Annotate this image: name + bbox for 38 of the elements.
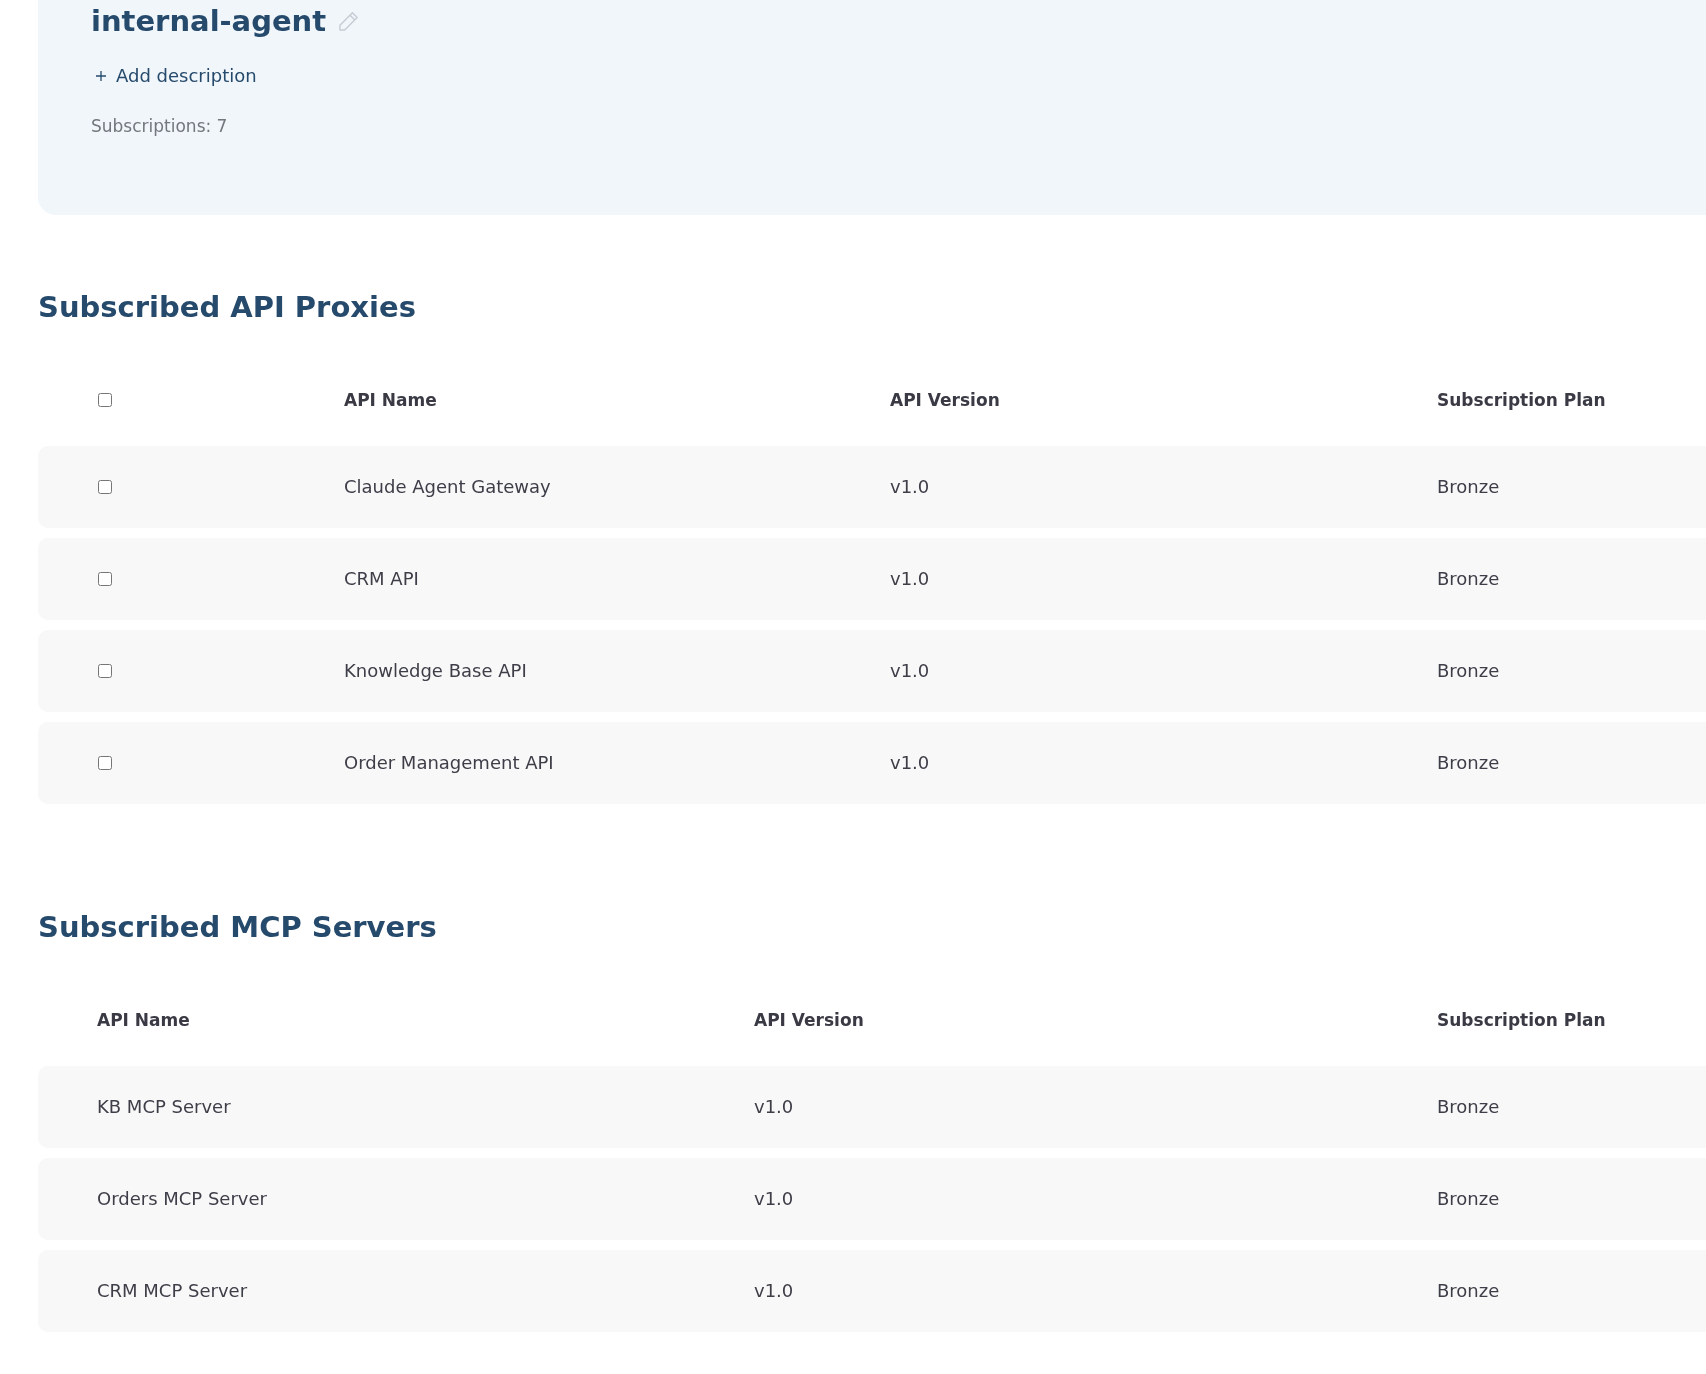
column-header: Subscription Plan [1437,389,1606,412]
table-cell: Bronze [1437,751,1500,775]
agent-title: internal-agent [91,3,327,40]
checkbox[interactable] [98,480,112,494]
section-heading: Subscribed MCP Servers [38,909,437,946]
table-cell: Orders MCP Server [97,1187,267,1211]
table-cell: Order Management API [344,751,554,775]
table-cell: Bronze [1437,567,1500,591]
table-cell: Bronze [1437,1187,1500,1211]
table-cell: v1.0 [754,1279,794,1303]
column-header: API Name [97,1009,190,1032]
table-cell: Bronze [1437,475,1500,499]
add-description-button[interactable]: Add description [96,64,257,88]
checkbox[interactable] [98,756,112,770]
checkbox[interactable] [98,393,112,407]
table-cell: Bronze [1437,1095,1500,1119]
checkbox[interactable] [98,572,112,586]
column-header: API Version [754,1009,864,1032]
table-cell: v1.0 [890,751,930,775]
checkbox[interactable] [98,664,112,678]
table-cell: Claude Agent Gateway [344,475,551,499]
column-header: Subscription Plan [1437,1009,1606,1032]
table-cell: CRM API [344,567,419,591]
table-cell: Bronze [1437,659,1500,683]
table-cell: v1.0 [754,1095,794,1119]
table-cell: KB MCP Server [97,1095,231,1119]
section-heading: Subscribed API Proxies [38,289,416,326]
table-cell: v1.0 [890,475,930,499]
table-cell: Bronze [1437,1279,1500,1303]
table-cell: CRM MCP Server [97,1279,248,1303]
table-cell: Knowledge Base API [344,659,527,683]
table-cell: v1.0 [890,659,930,683]
table-cell: v1.0 [754,1187,794,1211]
table-cell: v1.0 [890,567,930,591]
plus-icon [96,71,106,81]
subscription-count: Subscriptions: 7 [91,115,228,138]
column-header: API Name [344,389,437,412]
column-header: API Version [890,389,1000,412]
